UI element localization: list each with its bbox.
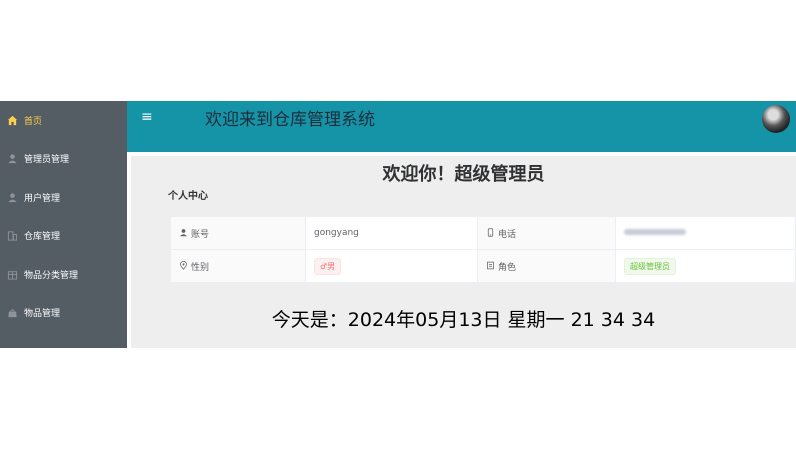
bag-icon — [7, 307, 18, 318]
welcome-heading: 欢迎你！超级管理员 — [382, 164, 545, 185]
personal-info-table: 账号 gongyang 电话 性别 ♂男 角色 超级管理员 — [170, 216, 796, 283]
sidebar-item-label: 物品分类管理 — [24, 270, 79, 281]
role-value-cell: 超级管理员 — [615, 249, 796, 283]
sidebar-item-category-management[interactable]: 物品分类管理 — [0, 255, 127, 294]
gender-value-cell: ♂男 — [305, 249, 478, 283]
sidebar-item-label: 仓库管理 — [24, 232, 61, 243]
home-icon — [7, 115, 18, 126]
account-label: 账号 — [191, 229, 210, 240]
sidebar-item-goods-management[interactable]: 物品管理 — [0, 294, 127, 333]
role-label-cell: 角色 — [477, 249, 616, 283]
user-icon — [7, 192, 18, 203]
main-content: 欢迎你！超级管理员 个人中心 账号 gongyang 电话 性别 ♂男 角色 超… — [131, 156, 796, 348]
role-label: 角色 — [498, 262, 517, 273]
app-window: 首页 管理员管理 用户管理 仓库管理 物品分类管理 物品管理 ≡ 欢迎来到仓库管… — [0, 101, 796, 348]
mobile-phone-icon — [486, 227, 495, 240]
box-icon — [7, 269, 18, 280]
user-icon — [7, 153, 18, 164]
sidebar-item-label: 物品管理 — [24, 309, 61, 320]
phone-label-cell: 电话 — [477, 216, 616, 250]
avatar[interactable] — [762, 105, 790, 133]
sidebar-item-label: 管理员管理 — [24, 155, 70, 166]
phone-label: 电话 — [498, 229, 517, 240]
account-label-cell: 账号 — [170, 216, 306, 250]
account-value: gongyang — [305, 216, 478, 250]
sidebar-item-label: 首页 — [24, 116, 43, 127]
section-title: 个人中心 — [168, 191, 208, 202]
gender-label-cell: 性别 — [170, 249, 306, 283]
user-icon — [179, 228, 188, 240]
gender-tag: ♂男 — [314, 257, 342, 275]
menu-toggle-icon[interactable]: ≡ — [141, 109, 153, 125]
location-icon — [179, 260, 188, 273]
sidebar-item-label: 用户管理 — [24, 193, 61, 204]
gender-label: 性别 — [191, 262, 210, 273]
warehouse-icon — [7, 230, 18, 241]
header-title: 欢迎来到仓库管理系统 — [205, 110, 375, 130]
top-header: ≡ 欢迎来到仓库管理系统 — [127, 101, 796, 152]
sidebar-item-user-management[interactable]: 用户管理 — [0, 178, 127, 217]
sidebar-item-admin-management[interactable]: 管理员管理 — [0, 140, 127, 179]
table-row: 性别 ♂男 角色 超级管理员 — [170, 249, 796, 283]
sidebar: 首页 管理员管理 用户管理 仓库管理 物品分类管理 物品管理 — [0, 101, 127, 348]
table-row: 账号 gongyang 电话 — [170, 216, 796, 250]
sidebar-item-warehouse-management[interactable]: 仓库管理 — [0, 217, 127, 256]
current-date-time: 今天是：2024年05月13日 星期一 21 34 34 — [271, 309, 656, 331]
sidebar-item-home[interactable]: 首页 — [0, 101, 127, 140]
phone-value-cell — [615, 216, 796, 250]
tickets-icon — [486, 261, 495, 273]
role-tag: 超级管理员 — [624, 257, 676, 275]
phone-value-blurred — [624, 229, 686, 235]
